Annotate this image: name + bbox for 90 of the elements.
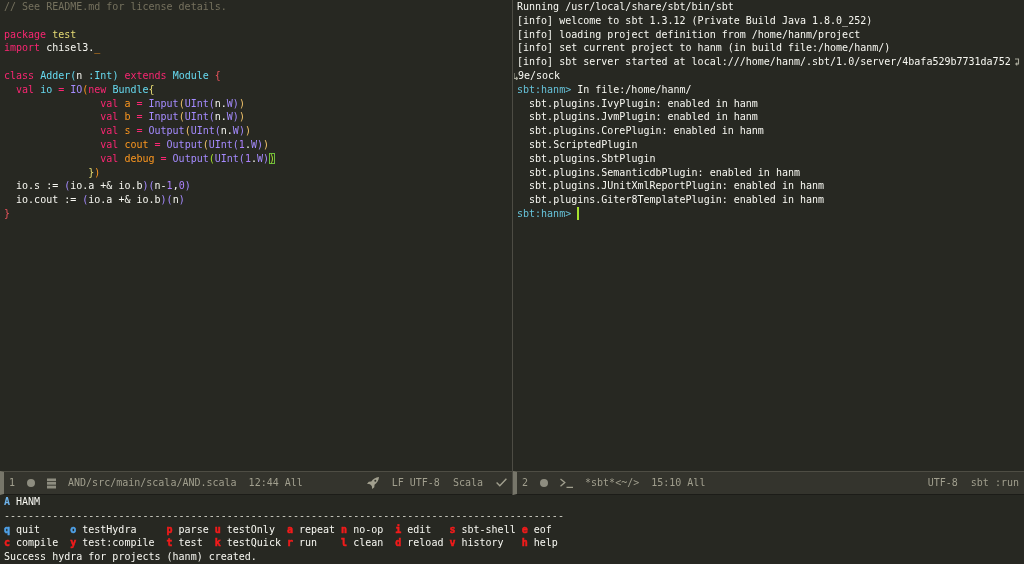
terminal-line: [info] set current project to hanm (in build file:/home/hanm/) (517, 41, 891, 56)
hydra-key: q (4, 522, 11, 537)
code-line: val io = IO(new Bundle{ (16, 82, 155, 97)
hydra-command: sbt-shell (461, 522, 516, 537)
hydra-key: r (286, 536, 293, 551)
major-mode: sbt :run (970, 476, 1019, 490)
hydra-command: edit (407, 522, 432, 537)
terminal-line: 9e/sock (518, 69, 561, 83)
hydra-command: test (178, 536, 203, 551)
code-line: class Adder(n :Int) extends Module { (4, 69, 221, 83)
hydra-command: testHydra (82, 522, 137, 537)
hydra-command: parse (178, 522, 209, 537)
code-line: val cout = Output(UInt(1.W)) (100, 137, 269, 152)
echo-message: Success hydra for projects (hanm) created. (4, 550, 257, 564)
hydra-command: testOnly (226, 522, 275, 537)
terminal-line: sbt.plugins.JUnitXmlReportPlugin: enabled in hanm (529, 179, 825, 194)
cursor-position: 12:44 All (248, 476, 303, 490)
code-line: val debug = Output(UInt(1.W)) (100, 151, 276, 166)
hydra-key: y (70, 536, 77, 551)
hydra-key: o (70, 522, 77, 537)
hydra-command: history (461, 536, 504, 551)
hydra-key: i (395, 522, 402, 537)
terminal-line: sbt.plugins.JvmPlugin: enabled in hanm (529, 110, 758, 125)
hydra-key: n (341, 522, 348, 537)
hydra-key: p (166, 522, 173, 537)
code-line: }) (88, 165, 101, 180)
hydra-key: l (341, 536, 348, 551)
hydra-command: repeat (298, 522, 336, 537)
code-line: import chisel3._ (4, 41, 101, 56)
hydra-key: u (214, 522, 221, 537)
terminal-line: [info] sbt server started at local:///home/hanm/.sbt/1.0/server/4bafa529b7731da752 (517, 55, 1011, 69)
hydra-key: k (214, 536, 221, 551)
code-line: io.s := (io.a +& io.b)(n-1,0) (16, 179, 191, 194)
hydra-key: s (449, 522, 456, 537)
hydra-command: clean (353, 536, 384, 551)
terminal-line: Running /usr/local/share/sbt/bin/sbt (517, 0, 734, 14)
hydra-title: HANM (16, 495, 41, 509)
hydra-key: d (395, 536, 402, 551)
hydra-command: testQuick (226, 536, 281, 551)
hydra-command: compile (16, 536, 59, 551)
code-line: // See README.md for license details. (4, 0, 227, 14)
dot-icon (27, 479, 36, 487)
code-line: val s = Output(UInt(n.W)) (100, 124, 251, 138)
hydra-key: v (449, 536, 456, 551)
shell-prompt: sbt:hanm> (517, 82, 572, 97)
text-cursor (577, 207, 580, 221)
hydra-key: a (286, 522, 293, 537)
code-line: package test (4, 27, 77, 42)
rocket-icon (366, 477, 379, 489)
hydra-key: t (166, 536, 173, 551)
encoding: LF UTF-8 (391, 476, 440, 490)
window-number: 1 (9, 476, 16, 490)
hydra-key: e (521, 522, 528, 537)
terminal-line: sbt.plugins.SbtPlugin (529, 151, 656, 166)
code-line: val a = Input(UInt(n.W)) (100, 96, 245, 111)
dashed-rule: --------------------------------------------------------------------------------------------- (4, 508, 564, 523)
window-number: 2 (522, 476, 529, 490)
code-line: io.cout := (io.a +& io.b)(n) (16, 193, 185, 207)
layers-icon (47, 477, 57, 489)
terminal-line: sbt.ScriptedPlugin (529, 137, 638, 152)
shell-prompt: sbt:hanm> (517, 206, 572, 221)
hydra-command: quit (16, 522, 41, 537)
hydra-command: test:compile (82, 536, 155, 551)
terminal-line: [info] welcome to sbt 1.3.12 (Private Build Java 1.8.0_252) (517, 13, 873, 28)
hydra-command: run (298, 536, 318, 551)
hydra-command: eof (533, 522, 552, 537)
hydra-command: reload (407, 536, 444, 551)
encoding: UTF-8 (927, 476, 958, 490)
code-line: } (4, 206, 11, 221)
terminal-icon (560, 478, 574, 488)
code-line: val b = Input(UInt(n.W)) (100, 110, 245, 125)
hydra-key: c (4, 536, 11, 551)
hydra-title-key: A (4, 495, 11, 509)
terminal-line: sbt.plugins.SemanticdbPlugin: enabled in hanm (529, 165, 800, 180)
cursor-position: 15:10 All (651, 476, 706, 490)
major-mode: Scala (452, 476, 483, 490)
terminal-line: sbt.plugins.CorePlugin: enabled in hanm (529, 124, 764, 138)
check-icon (496, 478, 507, 488)
hydra-command: help (533, 536, 558, 551)
terminal-line: sbt.plugins.Giter8TemplatePlugin: enabled in hanm (529, 193, 825, 207)
dot-icon (540, 479, 549, 487)
line-continuation-icon (514, 71, 518, 80)
terminal-line: sbt.plugins.IvyPlugin: enabled in hanm (529, 96, 758, 111)
file-path: AND/src/main/scala/AND.scala (68, 476, 237, 490)
hydra-command: no-op (353, 522, 384, 537)
terminal-line: [info] loading project definition from /home/hanm/project (517, 27, 861, 42)
hydra-key: h (521, 536, 528, 551)
terminal-line: In file:/home/hanm/ (577, 82, 692, 97)
buffer-name: *sbt*<~/> (585, 476, 640, 490)
line-wrap-icon (1015, 58, 1020, 67)
